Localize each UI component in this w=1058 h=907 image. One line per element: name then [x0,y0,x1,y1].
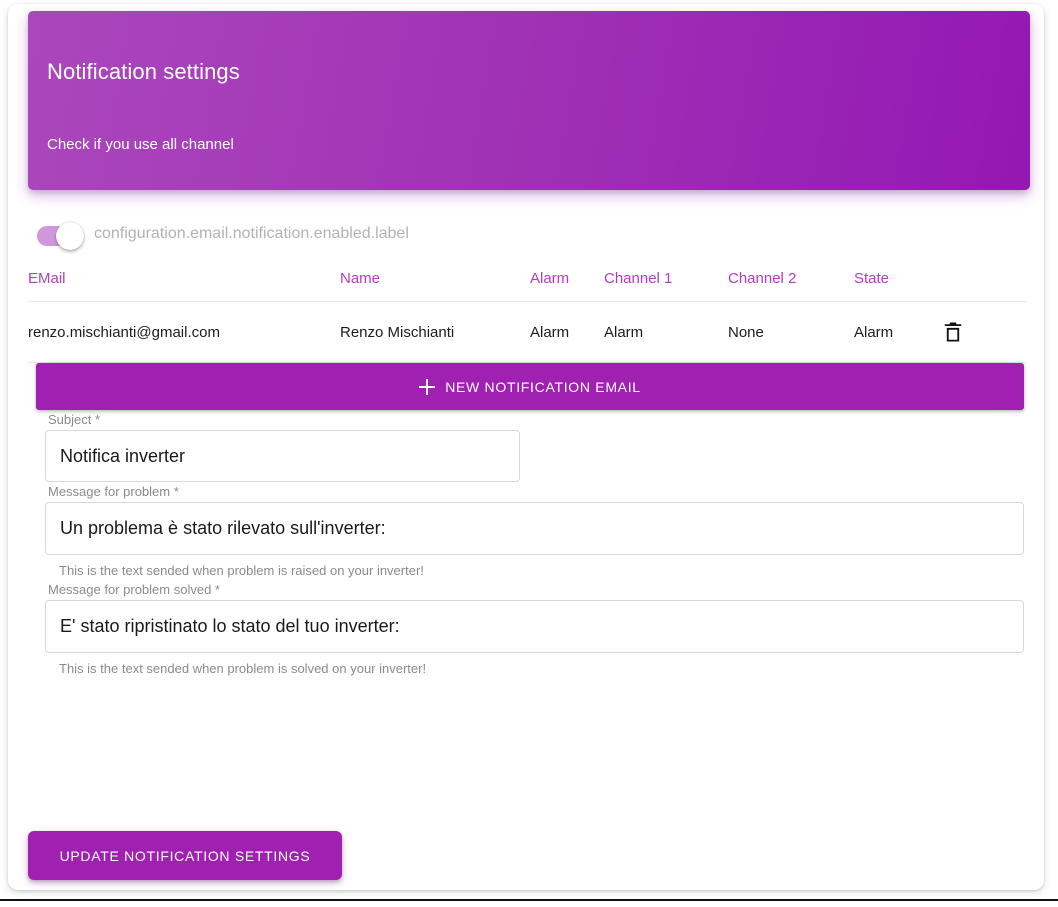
settings-content: configuration.email.notification.enabled… [28,200,1030,678]
table-header: EMail Name Alarm Channel 1 Channel 2 Sta… [28,270,1026,302]
plus-icon [419,378,436,395]
cell-state: Alarm [854,301,940,363]
subject-input[interactable] [45,430,520,482]
message-solved-label: Message for problem solved * [48,582,220,597]
cell-actions [940,301,1026,363]
email-notification-toggle-label: configuration.email.notification.enabled… [94,225,409,242]
column-header-state[interactable]: State [854,270,940,302]
cell-alarm: Alarm [530,301,604,363]
message-problem-input[interactable] [45,502,1024,555]
message-solved-input[interactable] [45,600,1024,653]
message-problem-field-block: Message for problem * This is the text s… [28,482,1030,580]
delete-row-button[interactable] [940,319,966,345]
subject-field-block: Subject * [28,410,1030,482]
page-subtitle: Check if you use all channel [47,136,234,153]
message-solved-helper: This is the text sended when problem is … [59,661,427,676]
column-header-channel-2[interactable]: Channel 2 [728,270,854,302]
table-row: renzo.mischianti@gmail.com Renzo Mischia… [28,301,1026,363]
table-body: renzo.mischianti@gmail.com Renzo Mischia… [28,301,1026,363]
email-notification-enabled-toggle[interactable] [34,220,88,252]
notification-settings-page: Notification settings Check if you use a… [0,0,1058,907]
table-header-row: EMail Name Alarm Channel 1 Channel 2 Sta… [28,270,1026,302]
cell-name: Renzo Mischianti [340,301,530,363]
column-header-channel-1[interactable]: Channel 1 [604,270,728,302]
page-header-banner: Notification settings Check if you use a… [28,11,1030,190]
email-notification-toggle-row: configuration.email.notification.enabled… [28,200,1030,262]
page-left-margin [0,0,3,907]
cell-channel-2: None [728,301,854,363]
page-title: Notification settings [47,59,240,84]
column-header-name[interactable]: Name [340,270,530,302]
subject-label: Subject * [48,412,101,427]
new-notification-email-button[interactable]: NEW NOTIFICATION EMAIL [36,363,1024,410]
trash-icon [944,322,962,342]
notification-email-table: EMail Name Alarm Channel 1 Channel 2 Sta… [28,270,1026,363]
cell-channel-1: Alarm [604,301,728,363]
page-bottom-divider [0,899,1058,901]
column-header-email[interactable]: EMail [28,270,340,302]
message-problem-helper: This is the text sended when problem is … [59,563,424,578]
column-header-actions [940,270,1026,302]
column-header-alarm[interactable]: Alarm [530,270,604,302]
new-notification-email-label: NEW NOTIFICATION EMAIL [445,378,641,395]
message-solved-field-block: Message for problem solved * This is the… [28,580,1030,678]
message-problem-label: Message for problem * [48,484,179,499]
toggle-knob [56,222,84,250]
cell-email: renzo.mischianti@gmail.com [28,301,340,363]
update-notification-settings-button[interactable]: UPDATE NOTIFICATION SETTINGS [28,831,342,880]
